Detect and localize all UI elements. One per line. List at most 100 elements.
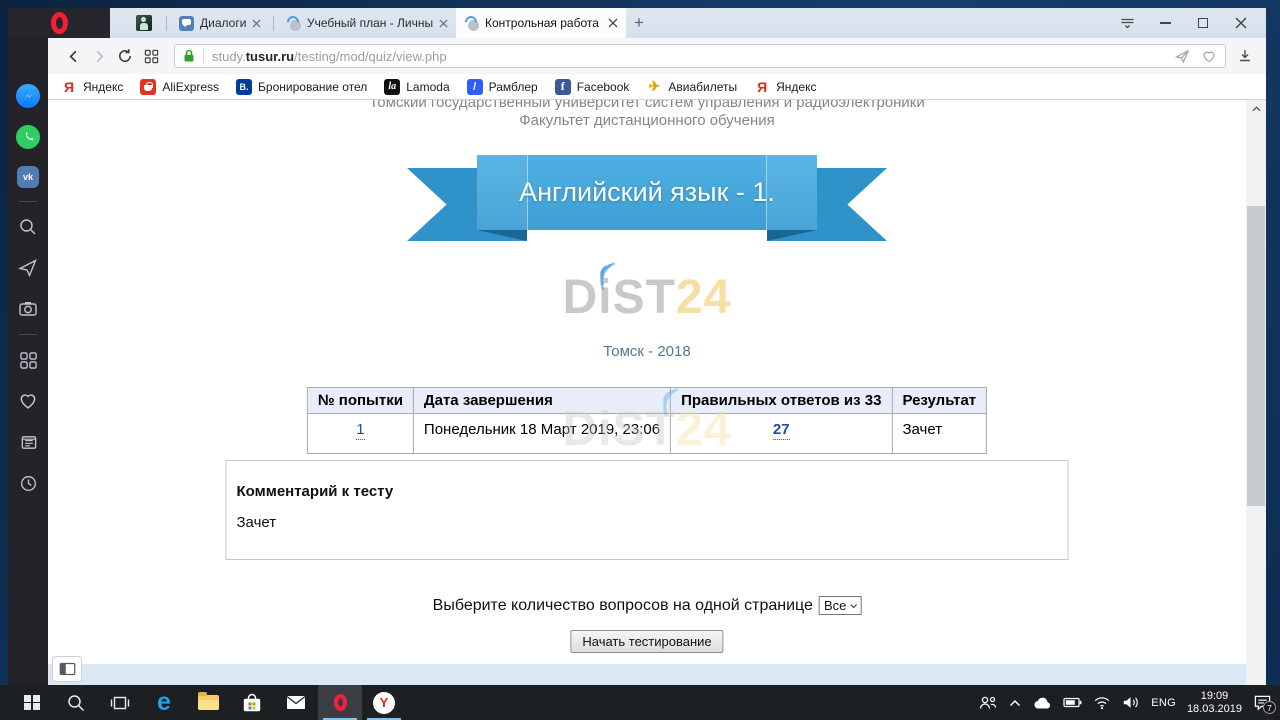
share-flow-icon[interactable] [1174,49,1191,64]
file-explorer-button[interactable] [186,685,230,720]
correct-answers-link[interactable]: 27 [773,422,790,440]
opera-sidebar: vk [8,38,48,685]
notification-center-button[interactable]: 7 [1253,694,1272,711]
task-view-icon [110,694,130,712]
store-button[interactable] [230,685,274,720]
back-button[interactable] [60,43,86,69]
windows-logo-icon [24,695,40,711]
bookmark-rambler[interactable]: / Рамблер [467,79,538,95]
tab-quiz-active[interactable]: Контрольная работа по д [456,8,626,38]
clock[interactable]: 19:09 18.03.2019 [1187,690,1242,716]
browser-window: Диалоги Учебный план - Личный Контрольна… [8,8,1266,685]
bookmark-yandex[interactable]: Я Яндекс [61,79,123,95]
task-view-button[interactable] [98,685,142,720]
start-button[interactable] [10,685,54,720]
logo-text-gold: 24 [676,271,731,324]
yandex-browser-button[interactable]: Y [362,685,406,720]
university-name: Томский государственный университет сист… [369,100,924,111]
close-window-button[interactable] [1226,11,1256,35]
bookmark-yandex-2[interactable]: Я Яндекс [754,79,816,95]
attempts-table: № попытки Дата завершения Правильных отв… [307,387,987,454]
opera-menu-button[interactable] [8,8,110,38]
scroll-up-arrow[interactable] [1246,100,1266,118]
tab-menu-button[interactable] [1112,11,1142,35]
battery-icon[interactable] [1063,697,1082,708]
airplane-icon: ✈ [646,79,662,95]
bookmark-label: Яндекс [776,80,816,94]
taskbar-search-button[interactable] [54,685,98,720]
maximize-button[interactable] [1188,11,1218,35]
attempt-link[interactable]: 1 [356,422,364,440]
bookmark-label: Яндекс [83,80,123,94]
url-host-prefix: study. [212,49,246,64]
faculty-name: Факультет дистанционного обучения [519,112,775,129]
news-icon[interactable] [16,430,40,454]
lamoda-icon: la [384,79,400,95]
url-host: tusur.ru [246,49,294,64]
rambler-icon: / [467,79,483,95]
download-icon[interactable] [1232,43,1258,69]
page-scrollbar[interactable] [1246,100,1266,685]
secure-lock-icon [183,49,195,63]
new-tab-button[interactable]: + [626,8,652,38]
divider [19,334,37,335]
bookmark-booking[interactable]: B. Бронирование отел [236,79,367,95]
volume-icon[interactable] [1122,695,1140,710]
bookmark-facebook[interactable]: f Facebook [555,79,630,95]
city-year: Томск - 2018 [603,343,690,360]
bookmark-heart-icon[interactable] [1201,49,1217,64]
messenger-icon[interactable] [16,84,40,108]
aliexpress-icon [140,79,156,95]
bookmark-aliexpress[interactable]: AliExpress [140,79,219,95]
address-bar[interactable]: study.tusur.ru/testing/mod/quiz/view.php [174,44,1226,68]
people-icon[interactable] [978,695,998,711]
per-page-select[interactable]: Все [819,596,861,615]
my-flow-icon[interactable] [16,256,40,280]
close-tab-icon[interactable] [252,19,261,28]
scrollbar-thumb[interactable] [1247,206,1265,506]
booking-icon: B. [236,79,252,95]
tab-study-plan[interactable]: Учебный план - Личный [278,8,456,38]
close-tab-icon[interactable] [608,18,618,28]
vk-icon[interactable]: vk [17,166,39,188]
notification-badge: 7 [1263,701,1276,714]
tab-dialogs[interactable]: Диалоги [171,8,269,38]
bookmark-label: Facebook [577,80,630,94]
minimize-button[interactable] [1150,11,1180,35]
forward-button[interactable] [86,43,112,69]
system-tray: ENG 19:09 18.03.2019 7 [978,690,1280,716]
bookmarks-heart-icon[interactable] [16,389,40,413]
chat-favicon-icon [179,16,194,31]
history-clock-icon[interactable] [16,471,40,495]
speed-dial-grid-icon[interactable] [16,348,40,372]
speed-dial-icon[interactable] [138,43,164,69]
comment-title: Комментарий к тесту [237,483,1068,500]
bookmark-label: Lamoda [406,80,449,94]
table-header-row: № попытки Дата завершения Правильных отв… [307,388,986,414]
edge-taskbar-button[interactable]: e [142,685,186,720]
pinned-tab[interactable] [136,15,152,31]
divider [19,201,37,202]
tray-expand-chevron-icon[interactable] [1009,699,1021,707]
close-tab-icon[interactable] [439,19,448,28]
tab-separator [166,16,167,31]
start-test-button[interactable]: Начать тестирование [570,630,723,653]
onedrive-cloud-icon[interactable] [1032,696,1052,710]
reload-button[interactable] [112,43,138,69]
wifi-icon[interactable] [1093,695,1111,710]
yandex-icon: Я [754,79,770,95]
bookmark-lamoda[interactable]: la Lamoda [384,79,449,95]
bookmark-label: Авиабилеты [668,80,737,94]
bookmark-label: AliExpress [162,80,219,94]
bookmark-avia[interactable]: ✈ Авиабилеты [646,79,737,95]
per-page-label: Выберите количество вопросов на одной ст… [433,597,813,615]
yandex-browser-icon: Y [373,692,395,714]
language-indicator[interactable]: ENG [1151,697,1176,709]
sidebar-toggle-button[interactable] [52,656,82,682]
snapshot-camera-icon[interactable] [16,297,40,321]
whatsapp-icon[interactable] [16,125,40,149]
page-content: Томский государственный университет сист… [48,100,1246,685]
opera-taskbar-button[interactable] [318,685,362,720]
mail-button[interactable] [274,685,318,720]
search-icon[interactable] [16,215,40,239]
